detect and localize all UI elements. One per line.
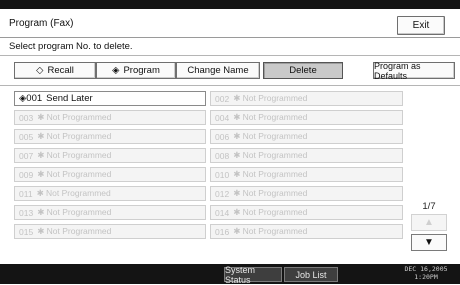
program-label: ✱ Not Programmed	[37, 207, 112, 217]
exit-button[interactable]: Exit	[397, 16, 445, 35]
program-slot[interactable]: ◈001 Send Later	[14, 91, 206, 106]
program-label: ✱ Not Programmed	[37, 112, 112, 122]
program-label: Program	[123, 65, 160, 76]
recall-button[interactable]: ◇ Recall	[14, 62, 96, 79]
program-label: ✱ Not Programmed	[36, 188, 111, 198]
program-label: ✱ Not Programmed	[233, 188, 308, 198]
program-label: ✱ Not Programmed	[233, 169, 308, 179]
divider	[0, 37, 460, 38]
date-text: DEC 16,2005	[404, 265, 448, 273]
program-slot: 010 ✱ Not Programmed	[210, 167, 403, 182]
program-slot: 006 ✱ Not Programmed	[210, 129, 403, 144]
program-number: 003	[19, 112, 34, 123]
program-icon: ◈	[112, 65, 120, 76]
program-slot: 011 ✱ Not Programmed	[14, 186, 206, 201]
program-number: 010	[215, 169, 230, 180]
program-label: ✱ Not Programmed	[233, 131, 308, 141]
program-label: ✱ Not Programmed	[233, 112, 308, 122]
page-down-button[interactable]: ▼	[411, 234, 447, 251]
program-button[interactable]: ◈ Program	[96, 62, 176, 79]
page-indicator: 1/7	[422, 201, 436, 212]
program-slot: 004 ✱ Not Programmed	[210, 110, 403, 125]
program-number: 004	[215, 112, 230, 123]
program-label: ✱ Not Programmed	[233, 150, 308, 160]
program-number: 011	[19, 188, 33, 199]
program-slot: 005 ✱ Not Programmed	[14, 129, 206, 144]
program-number: 002	[215, 93, 230, 104]
program-number: 016	[215, 226, 230, 237]
program-number: 007	[19, 150, 34, 161]
job-list-button[interactable]: Job List	[284, 267, 338, 282]
program-label: ✱ Not Programmed	[37, 169, 112, 179]
divider	[0, 85, 460, 86]
date-time: DEC 16,2005 1:20PM	[400, 265, 452, 281]
program-label: ✱ Not Programmed	[233, 207, 308, 217]
program-slot: 015 ✱ Not Programmed	[14, 224, 206, 239]
program-number: ◈001	[19, 93, 43, 104]
program-label: ✱ Not Programmed	[37, 131, 112, 141]
program-slot: 009 ✱ Not Programmed	[14, 167, 206, 182]
program-label: ✱ Not Programmed	[233, 93, 308, 103]
page-up-button[interactable]: ▲	[411, 214, 447, 231]
time-text: 1:20PM	[414, 273, 438, 281]
window-title: Program (Fax)	[9, 18, 74, 29]
program-slot: 003 ✱ Not Programmed	[14, 110, 206, 125]
up-arrow-icon: ▲	[424, 217, 434, 228]
change-name-button[interactable]: Change Name	[176, 62, 260, 79]
program-slot: 007 ✱ Not Programmed	[14, 148, 206, 163]
program-slot: 013 ✱ Not Programmed	[14, 205, 206, 220]
recall-label: Recall	[47, 65, 74, 76]
program-slot: 014 ✱ Not Programmed	[210, 205, 403, 220]
system-status-button[interactable]: System Status	[224, 265, 282, 285]
program-slot: 016 ✱ Not Programmed	[210, 224, 403, 239]
program-number: 005	[19, 131, 34, 142]
top-bar	[0, 0, 460, 9]
program-as-defaults-button[interactable]: Program as Defaults	[373, 61, 455, 81]
program-slot: 012 ✱ Not Programmed	[210, 186, 403, 201]
program-number: 013	[19, 207, 34, 218]
delete-button[interactable]: Delete	[263, 62, 343, 79]
program-label: ✱ Not Programmed	[233, 226, 308, 236]
program-number: 015	[19, 226, 34, 237]
program-label: Send Later	[46, 93, 93, 104]
down-arrow-icon: ▼	[424, 237, 434, 248]
program-number: 009	[19, 169, 34, 180]
program-label: ✱ Not Programmed	[37, 150, 112, 160]
instruction-text: Select program No. to delete.	[9, 41, 133, 52]
program-label: ✱ Not Programmed	[37, 226, 112, 236]
program-slot: 008 ✱ Not Programmed	[210, 148, 403, 163]
program-number: 008	[215, 150, 230, 161]
recall-icon: ◇	[36, 65, 44, 76]
program-number: 012	[215, 188, 230, 199]
program-slot: 002 ✱ Not Programmed	[210, 91, 403, 106]
program-number: 006	[215, 131, 230, 142]
divider	[0, 55, 460, 56]
program-number: 014	[215, 207, 230, 218]
